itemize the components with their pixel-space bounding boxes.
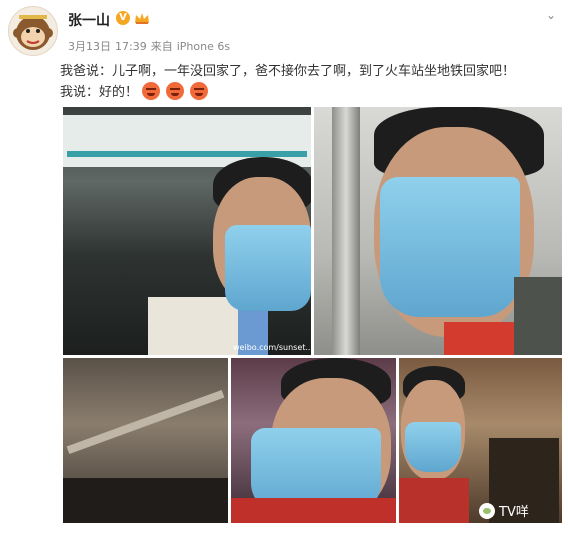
post-meta: 3月13日 17:39 来自 iPhone 6s <box>68 38 234 54</box>
post-time[interactable]: 17:39 <box>115 40 147 53</box>
angry-face-icon <box>142 82 161 100</box>
watermark: TV咩 <box>479 501 529 520</box>
photo-5[interactable] <box>399 358 562 523</box>
vip-crown-icon <box>135 13 149 24</box>
photo-1[interactable]: weibo.com/sunset... <box>63 107 311 355</box>
post-line-1: 我爸说：儿子啊，一年没回家了，爸不接你去了啊，到了火车站坐地铁回家吧！ <box>60 64 516 79</box>
avatar[interactable] <box>8 6 58 56</box>
photo-watermark: weibo.com/sunset... <box>233 343 311 352</box>
post-source-prefix: 来自 <box>150 40 173 53</box>
post-source[interactable]: iPhone 6s <box>177 40 230 53</box>
post-text: 我爸说：儿子啊，一年没回家了，爸不接你去了啊，到了火车站坐地铁回家吧！ 我说：好… <box>60 62 560 103</box>
verified-badge: V <box>116 11 130 25</box>
angry-face-icon <box>190 82 209 100</box>
watermark-text: TV咩 <box>499 505 529 520</box>
angry-face-icon <box>166 82 185 100</box>
photo-2[interactable] <box>314 107 562 355</box>
post-line-2-wrap: 我说：好的！ <box>60 82 560 103</box>
author-name[interactable]: 张一山 <box>68 10 110 30</box>
photo-3[interactable] <box>63 358 228 523</box>
photo-4[interactable] <box>231 358 396 523</box>
wechat-icon <box>479 502 495 519</box>
monkey-avatar-icon <box>13 15 53 50</box>
post-date[interactable]: 3月13日 <box>68 40 111 53</box>
post-line-2: 我说：好的！ <box>60 85 139 100</box>
chevron-down-icon[interactable]: ⌄ <box>546 8 556 22</box>
